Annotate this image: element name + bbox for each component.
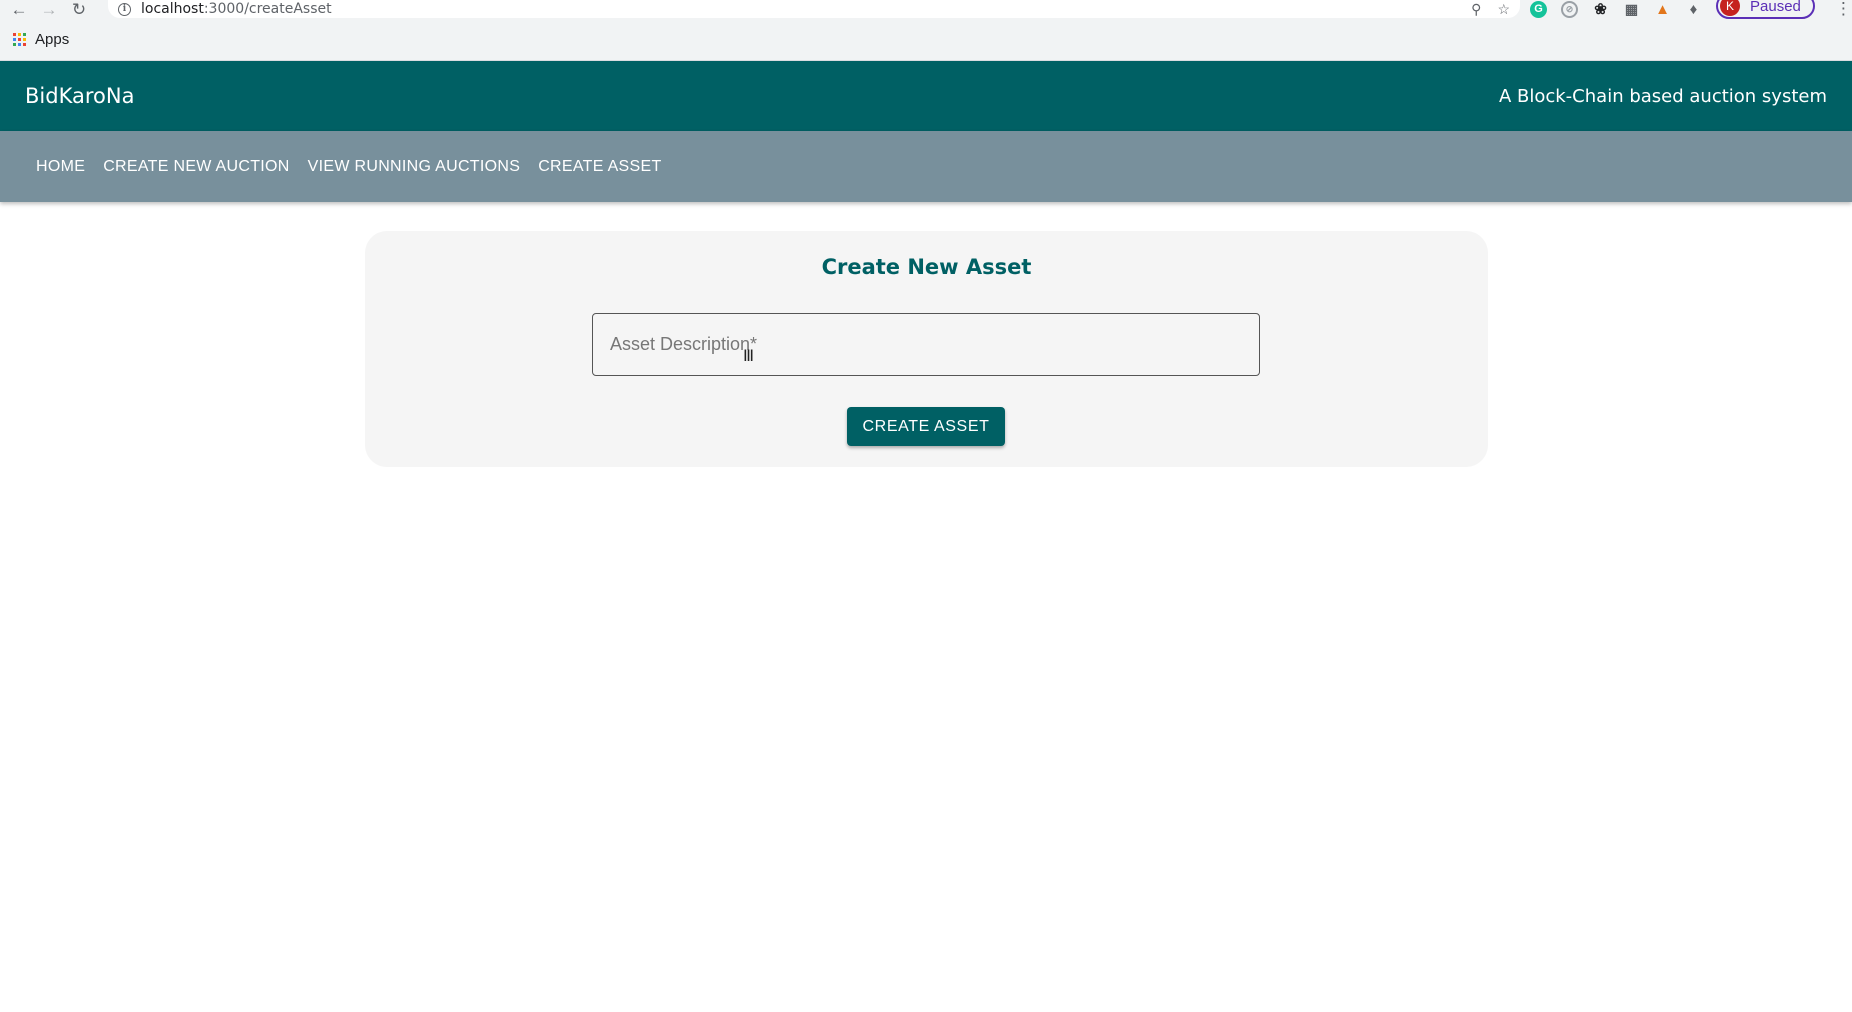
asset-description-field[interactable]: Ⅲ <box>592 313 1260 376</box>
grammarly-extension-icon[interactable]: G <box>1530 0 1547 18</box>
zoom-icon[interactable]: ⚲ <box>1471 1 1481 18</box>
back-arrow-icon[interactable]: ← <box>4 0 34 18</box>
profile-status: Paused <box>1750 0 1801 15</box>
nav-create-asset[interactable]: CREATE ASSET <box>529 150 670 184</box>
omnibox-actions: ⚲ ☆ <box>1471 1 1510 18</box>
nav-create-new-auction[interactable]: CREATE NEW AUCTION <box>94 150 298 184</box>
apps-bookmark[interactable]: Apps <box>35 31 69 48</box>
url-text[interactable]: localhost:3000/createAsset <box>141 1 332 17</box>
metamask-extension-icon[interactable]: ▲ <box>1654 1 1671 18</box>
extensions-area: G ⊘ ❀ ▦ ▲ ♦ K Paused ⋮ <box>1530 0 1852 19</box>
create-asset-card: Create New Asset Ⅲ CREATE ASSET <box>365 231 1488 467</box>
forward-arrow-icon[interactable]: → <box>34 0 64 18</box>
create-asset-button[interactable]: CREATE ASSET <box>847 407 1005 446</box>
bookmarks-bar: Apps <box>0 18 1852 61</box>
nav-home[interactable]: HOME <box>27 150 94 184</box>
brush-extension-icon[interactable]: ❀ <box>1592 1 1609 18</box>
url-path: :3000/createAsset <box>203 1 332 17</box>
extensions-puzzle-icon[interactable]: ♦ <box>1685 1 1702 18</box>
tagline: A Block-Chain based auction system <box>1498 85 1827 107</box>
page-title: Create New Asset <box>821 255 1032 279</box>
avatar: K <box>1720 0 1740 16</box>
asset-description-input[interactable] <box>608 333 1244 356</box>
blocker-extension-icon[interactable]: ⊘ <box>1561 0 1578 18</box>
url-host: localhost <box>141 1 204 17</box>
app-header: BidKaroNa A Block-Chain based auction sy… <box>0 61 1852 131</box>
reload-icon[interactable]: ↻ <box>64 0 94 18</box>
info-icon[interactable]: i <box>118 2 131 16</box>
browser-toolbar: ← → ↻ i localhost:3000/createAsset ⚲ ☆ G… <box>0 0 1852 19</box>
nav-view-running-auctions[interactable]: VIEW RUNNING AUCTIONS <box>299 150 530 184</box>
app-nav: HOME CREATE NEW AUCTION VIEW RUNNING AUC… <box>0 131 1852 202</box>
brand-logo[interactable]: BidKaroNa <box>25 84 134 108</box>
profile-button[interactable]: K Paused <box>1716 0 1815 19</box>
browser-menu-icon[interactable]: ⋮ <box>1835 0 1852 19</box>
apps-grid-icon[interactable] <box>13 32 26 46</box>
address-bar[interactable]: i localhost:3000/createAsset ⚲ ☆ <box>108 0 1520 18</box>
star-icon[interactable]: ☆ <box>1497 1 1510 18</box>
grid-extension-icon[interactable]: ▦ <box>1623 1 1640 18</box>
main-content: Create New Asset Ⅲ CREATE ASSET <box>0 202 1852 992</box>
